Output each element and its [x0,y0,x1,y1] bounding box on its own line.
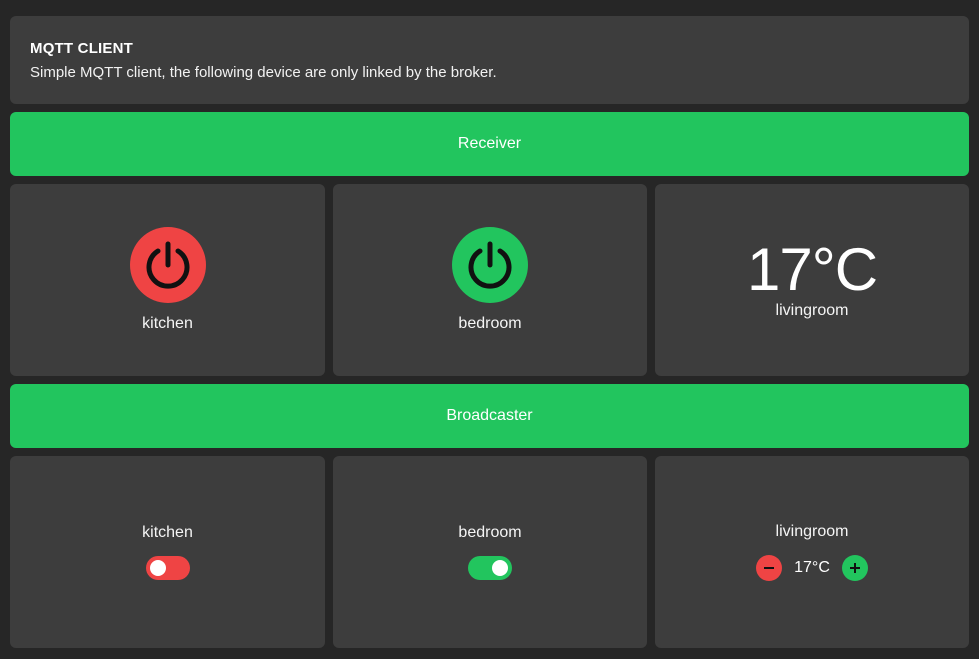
device-label: kitchen [142,315,193,332]
decrement-button[interactable] [756,555,783,581]
receiver-card-livingroom: 17°C livingroom [655,184,969,376]
temperature-value: 17°C [794,559,830,576]
bedroom-power-indicator [452,227,528,303]
increment-button[interactable] [841,555,868,581]
bedroom-toggle[interactable] [468,556,512,580]
plus-icon [849,563,860,573]
broadcaster-card-bedroom: bedroom [333,456,647,648]
broadcaster-card-livingroom: livingroom 17°C [655,456,969,648]
kitchen-toggle[interactable] [145,556,190,580]
temperature-readout: 17°C [746,236,878,303]
minus-icon [764,567,775,569]
toggle-knob [149,560,166,576]
broadcaster-card-kitchen: kitchen [10,456,325,648]
device-label: kitchen [142,524,193,541]
receiver-card-kitchen: kitchen [10,184,325,376]
receiver-card-bedroom: bedroom [333,184,647,376]
device-label: bedroom [458,524,522,541]
receiver-section-bar: Receiver [10,112,969,176]
broadcaster-section-bar: Broadcaster [10,384,969,448]
power-icon [146,241,189,289]
device-label: livingroom [775,302,849,319]
page-description: Simple MQTT client, the following device… [30,64,497,81]
app-header: MQTT CLIENT Simple MQTT client, the foll… [10,16,969,104]
power-icon [468,241,512,289]
toggle-knob [492,560,508,576]
page-title: MQTT CLIENT [30,40,134,57]
device-label: livingroom [775,523,849,540]
temperature-stepper: 17°C [756,555,868,581]
kitchen-power-indicator [129,227,206,303]
device-label: bedroom [458,315,522,332]
